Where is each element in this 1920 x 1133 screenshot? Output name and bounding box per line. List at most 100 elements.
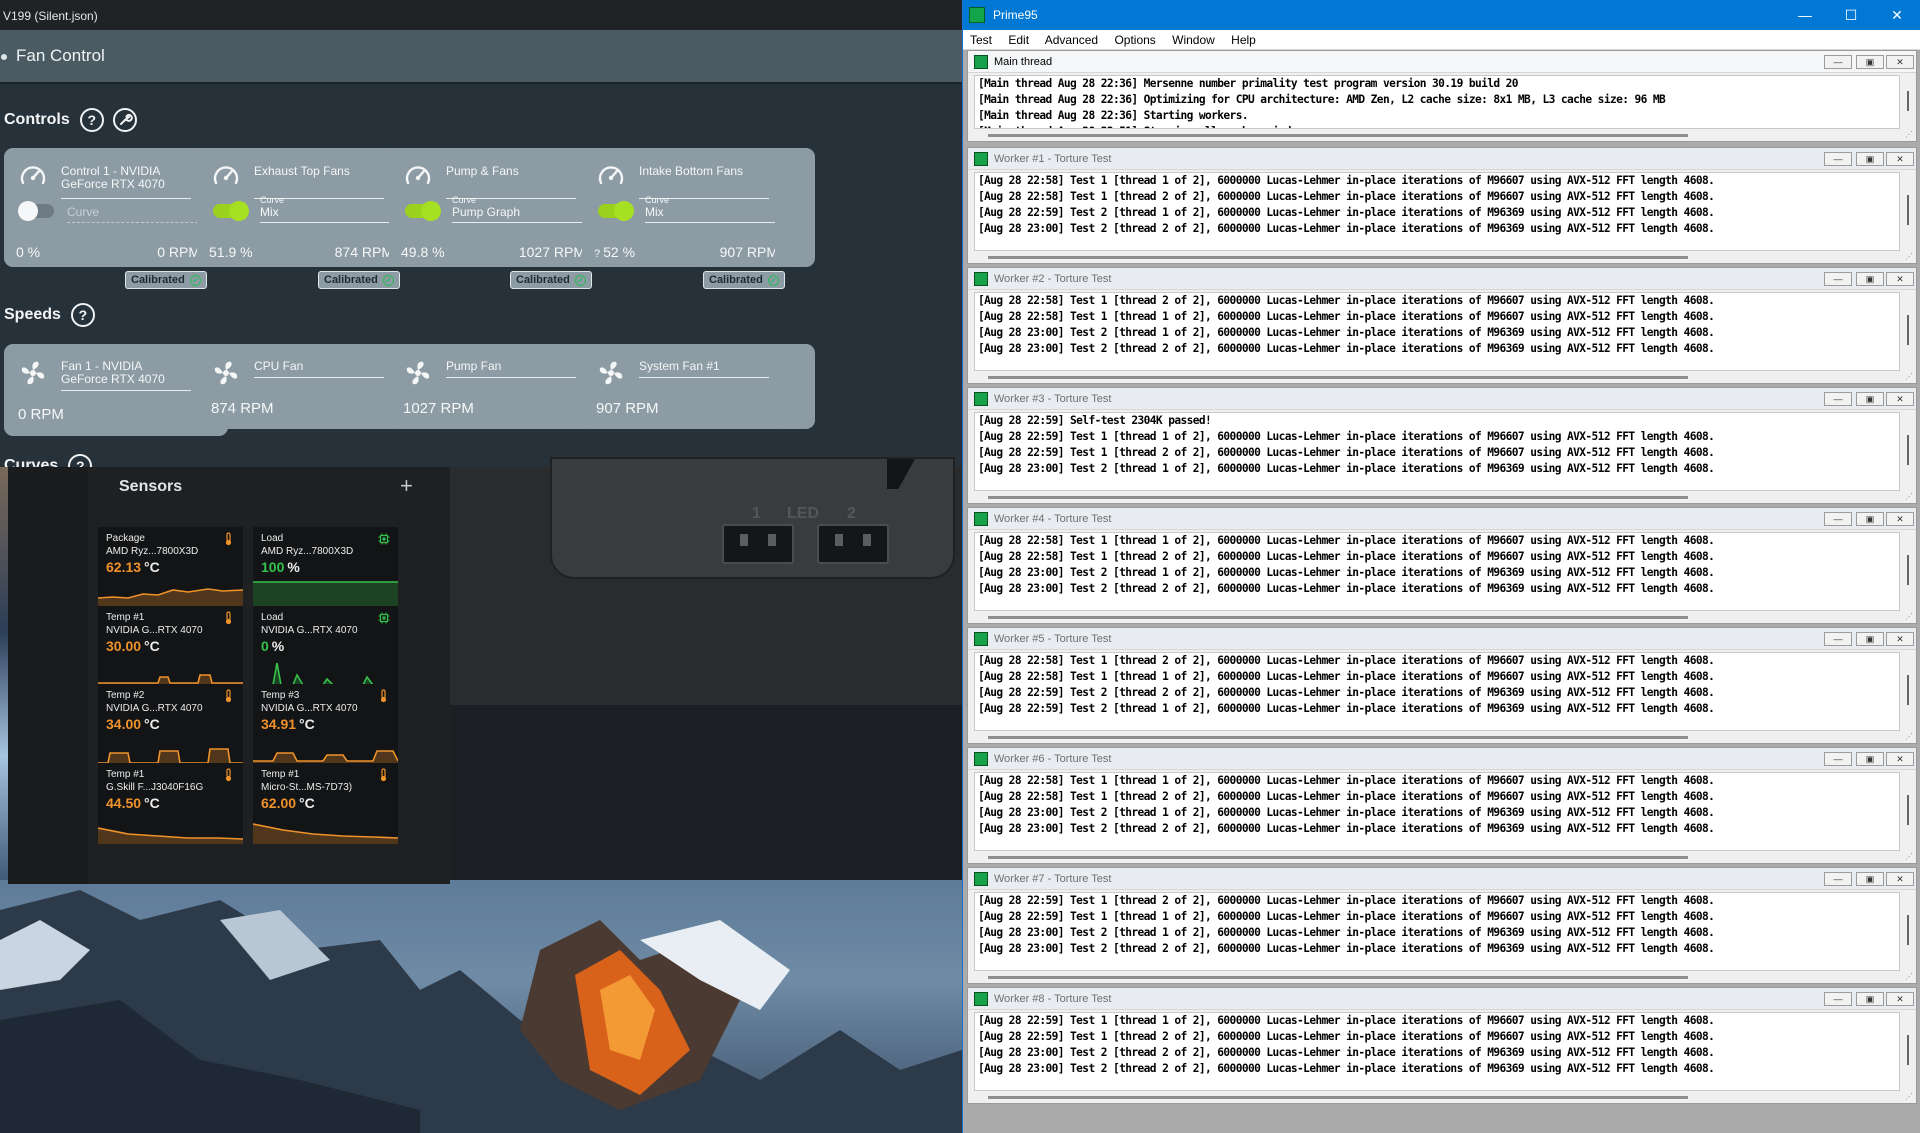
child-title-bar[interactable]: Worker #2 - Torture Test — ▣ ✕ [968,268,1916,290]
curve-select[interactable]: Pump Graph▼ [452,205,598,223]
speed-card[interactable]: Pump Fan···1027 RPM [389,344,613,429]
horizontal-scrollbar[interactable] [988,256,1688,259]
child-restore-icon[interactable]: ▣ [1856,272,1884,286]
child-title-bar[interactable]: Worker #4 - Torture Test — ▣ ✕ [968,508,1916,530]
worker-window[interactable]: Worker #6 - Torture Test — ▣ ✕ [Aug 28 22:58… [967,747,1917,864]
child-title-bar[interactable]: Worker #8 - Torture Test — ▣ ✕ [968,988,1916,1010]
resize-grip-icon[interactable]: ⋰ [1905,372,1913,381]
child-close-icon[interactable]: ✕ [1886,992,1914,1006]
sensor-card[interactable]: Temp #3 NVIDIA G...RTX 4070 34.91 °C [253,684,398,765]
help-icon[interactable]: ? [68,454,93,467]
child-minimize-icon[interactable]: — [1824,752,1852,766]
log-output[interactable]: [Main thread Aug 28 22:36] Mersenne numb… [974,75,1900,129]
log-output[interactable]: [Aug 28 22:58] Test 1 [thread 1 of 2], 6… [974,172,1900,251]
horizontal-scrollbar[interactable] [988,616,1688,619]
child-close-icon[interactable]: ✕ [1886,872,1914,886]
child-close-icon[interactable]: ✕ [1886,752,1914,766]
enable-toggle[interactable] [213,201,249,221]
speed-card[interactable]: CPU Fan···874 RPM [197,344,421,429]
child-close-icon[interactable]: ✕ [1886,392,1914,406]
vertical-scrollbar[interactable] [1904,894,1912,969]
menu-options[interactable]: Options [1114,33,1155,47]
child-title-bar[interactable]: Worker #3 - Torture Test — ▣ ✕ [968,388,1916,410]
horizontal-scrollbar[interactable] [988,376,1688,379]
horizontal-scrollbar[interactable] [988,496,1688,499]
curve-select[interactable]: Mix▼ [260,205,406,223]
sensor-card[interactable]: Load AMD Ryz...7800X3D 100% [253,527,398,608]
sensor-card[interactable]: Load NVIDIA G...RTX 4070 0% [253,605,398,687]
child-close-icon[interactable]: ✕ [1886,152,1914,166]
minimize-icon[interactable]: — [1782,0,1828,30]
worker-window[interactable]: Worker #4 - Torture Test — ▣ ✕ [Aug 28 22:58… [967,507,1917,624]
worker-window[interactable]: Worker #3 - Torture Test — ▣ ✕ [Aug 28 22:59… [967,387,1917,504]
enable-toggle[interactable] [405,201,441,221]
child-title-bar[interactable]: Worker #6 - Torture Test — ▣ ✕ [968,748,1916,770]
vertical-scrollbar[interactable] [1904,534,1912,609]
add-sensor-icon[interactable]: + [400,473,413,499]
control-name[interactable]: Intake Bottom Fans [639,165,769,199]
horizontal-scrollbar[interactable] [988,976,1688,979]
resize-grip-icon[interactable]: ⋰ [1905,130,1913,139]
child-restore-icon[interactable]: ▣ [1856,872,1884,886]
worker-window[interactable]: Worker #8 - Torture Test — ▣ ✕ [Aug 28 22:59… [967,987,1917,1104]
child-restore-icon[interactable]: ▣ [1856,55,1884,69]
child-restore-icon[interactable]: ▣ [1856,632,1884,646]
child-restore-icon[interactable]: ▣ [1856,512,1884,526]
log-output[interactable]: [Aug 28 22:58] Test 1 [thread 2 of 2], 6… [974,292,1900,371]
resize-grip-icon[interactable]: ⋰ [1905,972,1913,981]
child-title-bar[interactable]: Worker #7 - Torture Test — ▣ ✕ [968,868,1916,890]
resize-grip-icon[interactable]: ⋰ [1905,852,1913,861]
vertical-scrollbar[interactable] [1904,1014,1912,1089]
log-output[interactable]: [Aug 28 22:58] Test 1 [thread 1 of 2], 6… [974,532,1900,611]
horizontal-scrollbar[interactable] [988,736,1688,739]
child-minimize-icon[interactable]: — [1824,392,1852,406]
child-title-bar[interactable]: Worker #1 - Torture Test — ▣ ✕ [968,148,1916,170]
child-title-bar[interactable]: Worker #5 - Torture Test — ▣ ✕ [968,628,1916,650]
help-icon[interactable]: ? [79,108,104,132]
control-card[interactable]: Exhaust Top Fans···CurveMix▼51.9 %874 RP… [197,148,421,267]
child-close-icon[interactable]: ✕ [1886,272,1914,286]
child-close-icon[interactable]: ✕ [1886,632,1914,646]
curve-select[interactable]: Curve▼ [67,205,213,223]
sensor-card[interactable]: Temp #1 G.Skill F...J3040F16G 44.50 °C [98,762,243,844]
child-title-bar[interactable]: Main thread — ▣ ✕ [968,51,1916,73]
control-name[interactable]: Exhaust Top Fans [254,165,384,199]
child-minimize-icon[interactable]: — [1824,992,1852,1006]
menu-test[interactable]: Test [970,33,992,47]
control-card[interactable]: Control 1 - NVIDIA GeForce RTX 4070···Cu… [4,148,228,267]
child-restore-icon[interactable]: ▣ [1856,752,1884,766]
child-minimize-icon[interactable]: — [1824,632,1852,646]
menu-advanced[interactable]: Advanced [1045,33,1098,47]
sensor-card[interactable]: Temp #1 NVIDIA G...RTX 4070 30.00 °C [98,605,243,687]
worker-window[interactable]: Worker #2 - Torture Test — ▣ ✕ [Aug 28 22:58… [967,267,1917,384]
resize-grip-icon[interactable]: ⋰ [1905,612,1913,621]
horizontal-scrollbar[interactable] [988,1096,1688,1099]
sensor-card[interactable]: Temp #2 NVIDIA G...RTX 4070 34.00 °C [98,684,243,765]
speed-card[interactable]: Fan 1 - NVIDIA GeForce RTX 4070···0 RPM [4,344,228,436]
child-minimize-icon[interactable]: — [1824,152,1852,166]
enable-toggle[interactable] [598,201,634,221]
wrench-icon[interactable] [112,107,138,133]
child-restore-icon[interactable]: ▣ [1856,152,1884,166]
worker-window[interactable]: Worker #1 - Torture Test — ▣ ✕ [Aug 28 22:58… [967,147,1917,264]
child-close-icon[interactable]: ✕ [1886,55,1914,69]
speed-card[interactable]: System Fan #1···907 RPM [582,344,806,429]
speed-name[interactable]: Fan 1 - NVIDIA GeForce RTX 4070 [61,360,191,391]
worker-window[interactable]: Worker #5 - Torture Test — ▣ ✕ [Aug 28 22:58… [967,627,1917,744]
close-icon[interactable]: ✕ [1874,0,1920,30]
enable-toggle[interactable] [18,201,54,221]
help-icon[interactable]: ? [70,303,95,327]
vertical-scrollbar[interactable] [1904,414,1912,489]
resize-grip-icon[interactable]: ⋰ [1905,1092,1913,1101]
maximize-icon[interactable]: ☐ [1828,0,1874,30]
speed-name[interactable]: System Fan #1 [639,360,769,378]
horizontal-scrollbar[interactable] [988,856,1688,859]
vertical-scrollbar[interactable] [1904,294,1912,369]
worker-window[interactable]: Worker #7 - Torture Test — ▣ ✕ [Aug 28 22:59… [967,867,1917,984]
child-minimize-icon[interactable]: — [1824,55,1852,69]
child-restore-icon[interactable]: ▣ [1856,992,1884,1006]
speed-name[interactable]: CPU Fan [254,360,384,378]
resize-grip-icon[interactable]: ⋰ [1905,732,1913,741]
menu-window[interactable]: Window [1172,33,1215,47]
vertical-scrollbar[interactable] [1904,77,1912,127]
